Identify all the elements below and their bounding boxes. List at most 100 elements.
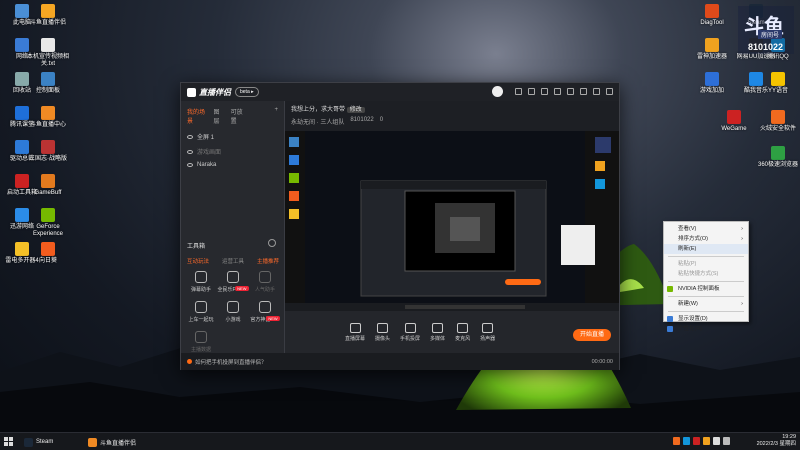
source-button[interactable]: 麦克风: [455, 322, 470, 342]
tray-app-icon[interactable]: [673, 437, 680, 445]
tab-0[interactable]: 我的场景: [187, 107, 205, 125]
desktop-icon[interactable]: GameBuff: [26, 174, 70, 197]
source-button[interactable]: 手机投屏: [400, 322, 420, 342]
source-label: 摄像头: [375, 335, 391, 342]
scene-item[interactable]: 全屏 1: [181, 129, 284, 144]
context-menu-item[interactable]: 新建(W) ›: [664, 299, 748, 309]
chevron-right-icon: ›: [741, 226, 743, 232]
app-icon: [771, 146, 785, 160]
source-button[interactable]: 多媒体: [430, 322, 445, 342]
source-button[interactable]: 扬声器: [480, 322, 495, 342]
eye-icon[interactable]: [187, 134, 193, 139]
version-pill[interactable]: beta ▸: [235, 87, 259, 97]
app-icon: [41, 140, 55, 154]
desktop-icon[interactable]: WeGame: [712, 110, 756, 133]
desktop-icon[interactable]: 本机宣传视频相关.txt: [26, 38, 70, 68]
tab-2[interactable]: 可放置: [231, 107, 245, 125]
tray-volume-icon[interactable]: [723, 437, 730, 445]
source-icon: [377, 322, 389, 333]
desktop-icon[interactable]: 向日葵: [26, 242, 70, 265]
menu-item-label: 查看(V): [678, 226, 697, 232]
maximize-icon[interactable]: [593, 88, 600, 95]
tray-app-icon[interactable]: [693, 437, 700, 445]
tray-qq-icon[interactable]: [683, 437, 690, 445]
context-menu-item[interactable]: 刷新(E): [664, 244, 748, 254]
toolbox-subtab[interactable]: 互动玩法: [187, 257, 209, 265]
tool-item[interactable]: 全民乐PKNEW: [217, 271, 249, 293]
context-menu-item: 粘贴快捷方式(S): [664, 269, 748, 279]
desktop-icon-label: 腾讯QQ: [767, 54, 789, 60]
context-menu-item[interactable]: 个性化(R): [664, 324, 748, 334]
user-avatar[interactable]: [492, 86, 503, 97]
menu-icon[interactable]: [567, 88, 574, 95]
tab-1[interactable]: 图层: [213, 107, 222, 125]
desktop-icon[interactable]: 三国志·战略版: [26, 140, 70, 163]
eye-icon[interactable]: [187, 149, 193, 154]
app-icon: [705, 4, 719, 18]
desktop-icon-label: GameBuff: [34, 190, 62, 196]
desktop-icon[interactable]: 斗鱼直播伴侣: [26, 4, 70, 27]
desktop-icon[interactable]: 控制面板: [26, 72, 70, 95]
left-tabs: 我的场景 图层 可放置 +: [181, 101, 284, 129]
tool-icon: [259, 271, 271, 283]
desktop-icon[interactable]: 360极速浏览器: [756, 146, 800, 169]
live-preview[interactable]: [285, 131, 619, 311]
context-menu-item[interactable]: 查看(V) ›: [664, 224, 748, 234]
desktop-icon[interactable]: GeForce Experience: [26, 208, 70, 238]
tool-item[interactable]: 小游戏: [217, 301, 249, 323]
toolbox-subtab[interactable]: 主播推荐: [257, 257, 279, 265]
start-live-button[interactable]: 开始直播: [573, 329, 611, 341]
desktop-icon[interactable]: 雷神加速器: [690, 38, 734, 61]
minimize-icon[interactable]: [580, 88, 587, 95]
tray-clock[interactable]: 19:29 2022/2/3 星期四: [757, 434, 796, 448]
windows-start-icon[interactable]: [4, 437, 13, 446]
tool-item[interactable]: 弹幕助手: [185, 271, 217, 293]
preview-recursive-screen: [285, 131, 619, 311]
desktop-icon-label: WeGame: [721, 126, 747, 132]
desktop-icon-label: 控制面板: [35, 88, 60, 94]
live-timer: 00:00:00: [591, 358, 613, 365]
context-menu-item[interactable]: 排序方式(O) ›: [664, 234, 748, 244]
app-titlebar[interactable]: 直播伴侣 beta ▸: [181, 83, 619, 101]
add-scene-button[interactable]: +: [274, 107, 278, 125]
overlay-tag: 房间号: [758, 30, 783, 39]
menu-item-icon: [667, 286, 673, 292]
gift-icon[interactable]: [528, 88, 535, 95]
message-icon[interactable]: [515, 88, 522, 95]
context-menu-item[interactable]: 显示设置(D): [664, 314, 748, 324]
source-button[interactable]: 摄像头: [375, 322, 391, 342]
tool-item[interactable]: 官方神器NEW: [249, 301, 281, 323]
settings-icon[interactable]: [554, 88, 561, 95]
source-button[interactable]: 直播屏幕: [345, 322, 365, 342]
scene-item[interactable]: 游戏画面: [181, 144, 284, 159]
edit-title-button[interactable]: 修改: [346, 107, 365, 113]
context-menu-item[interactable]: NVIDIA 控制面板: [664, 284, 748, 294]
taskbar-item[interactable]: 斗鱼直播伴侣: [84, 435, 140, 449]
desktop-icon[interactable]: DiagTool: [690, 4, 734, 27]
source-toolbar: 直播屏幕 摄像头 手机投屏 多媒体 麦克风 扬声器: [285, 311, 619, 353]
streaming-app-window[interactable]: 直播伴侣 beta ▸ 我的场景 图层 可放置 + 全屏 1 游戏画面 Naraka 工具…: [180, 82, 620, 370]
tool-label: 弹幕助手: [190, 287, 211, 293]
tray-network-icon[interactable]: [713, 437, 720, 445]
eye-icon[interactable]: [187, 163, 193, 167]
app-icon: [771, 72, 785, 86]
tool-item[interactable]: 上车一起玩: [185, 301, 217, 323]
status-tip[interactable]: 如何把手机投屏到直播伴侣？: [195, 358, 267, 366]
toolbox-subtab[interactable]: 运营工具: [222, 257, 244, 265]
desktop-icon[interactable]: 火绒安全软件: [756, 110, 800, 133]
shirt-icon[interactable]: [541, 88, 548, 95]
help-icon[interactable]: [268, 239, 276, 247]
tray-app-icon[interactable]: [703, 437, 710, 445]
taskbar-item[interactable]: Steam: [20, 435, 57, 449]
tool-item[interactable]: 人气助手: [249, 271, 281, 293]
desktop-icon[interactable]: 斗鱼直播中心: [26, 106, 70, 129]
menu-item-label: 个性化(R): [678, 326, 703, 332]
tool-item[interactable]: 主播数据: [185, 331, 217, 353]
desktop-icon[interactable]: 游戏加加: [690, 72, 734, 95]
source-icon: [482, 322, 494, 333]
overlay-room-number: 8101022: [748, 42, 784, 52]
scene-item[interactable]: Naraka: [181, 159, 284, 171]
close-icon[interactable]: [606, 88, 613, 95]
desktop-icon[interactable]: YY语音: [756, 72, 800, 95]
menu-item-label: 粘贴快捷方式(S): [678, 271, 719, 277]
